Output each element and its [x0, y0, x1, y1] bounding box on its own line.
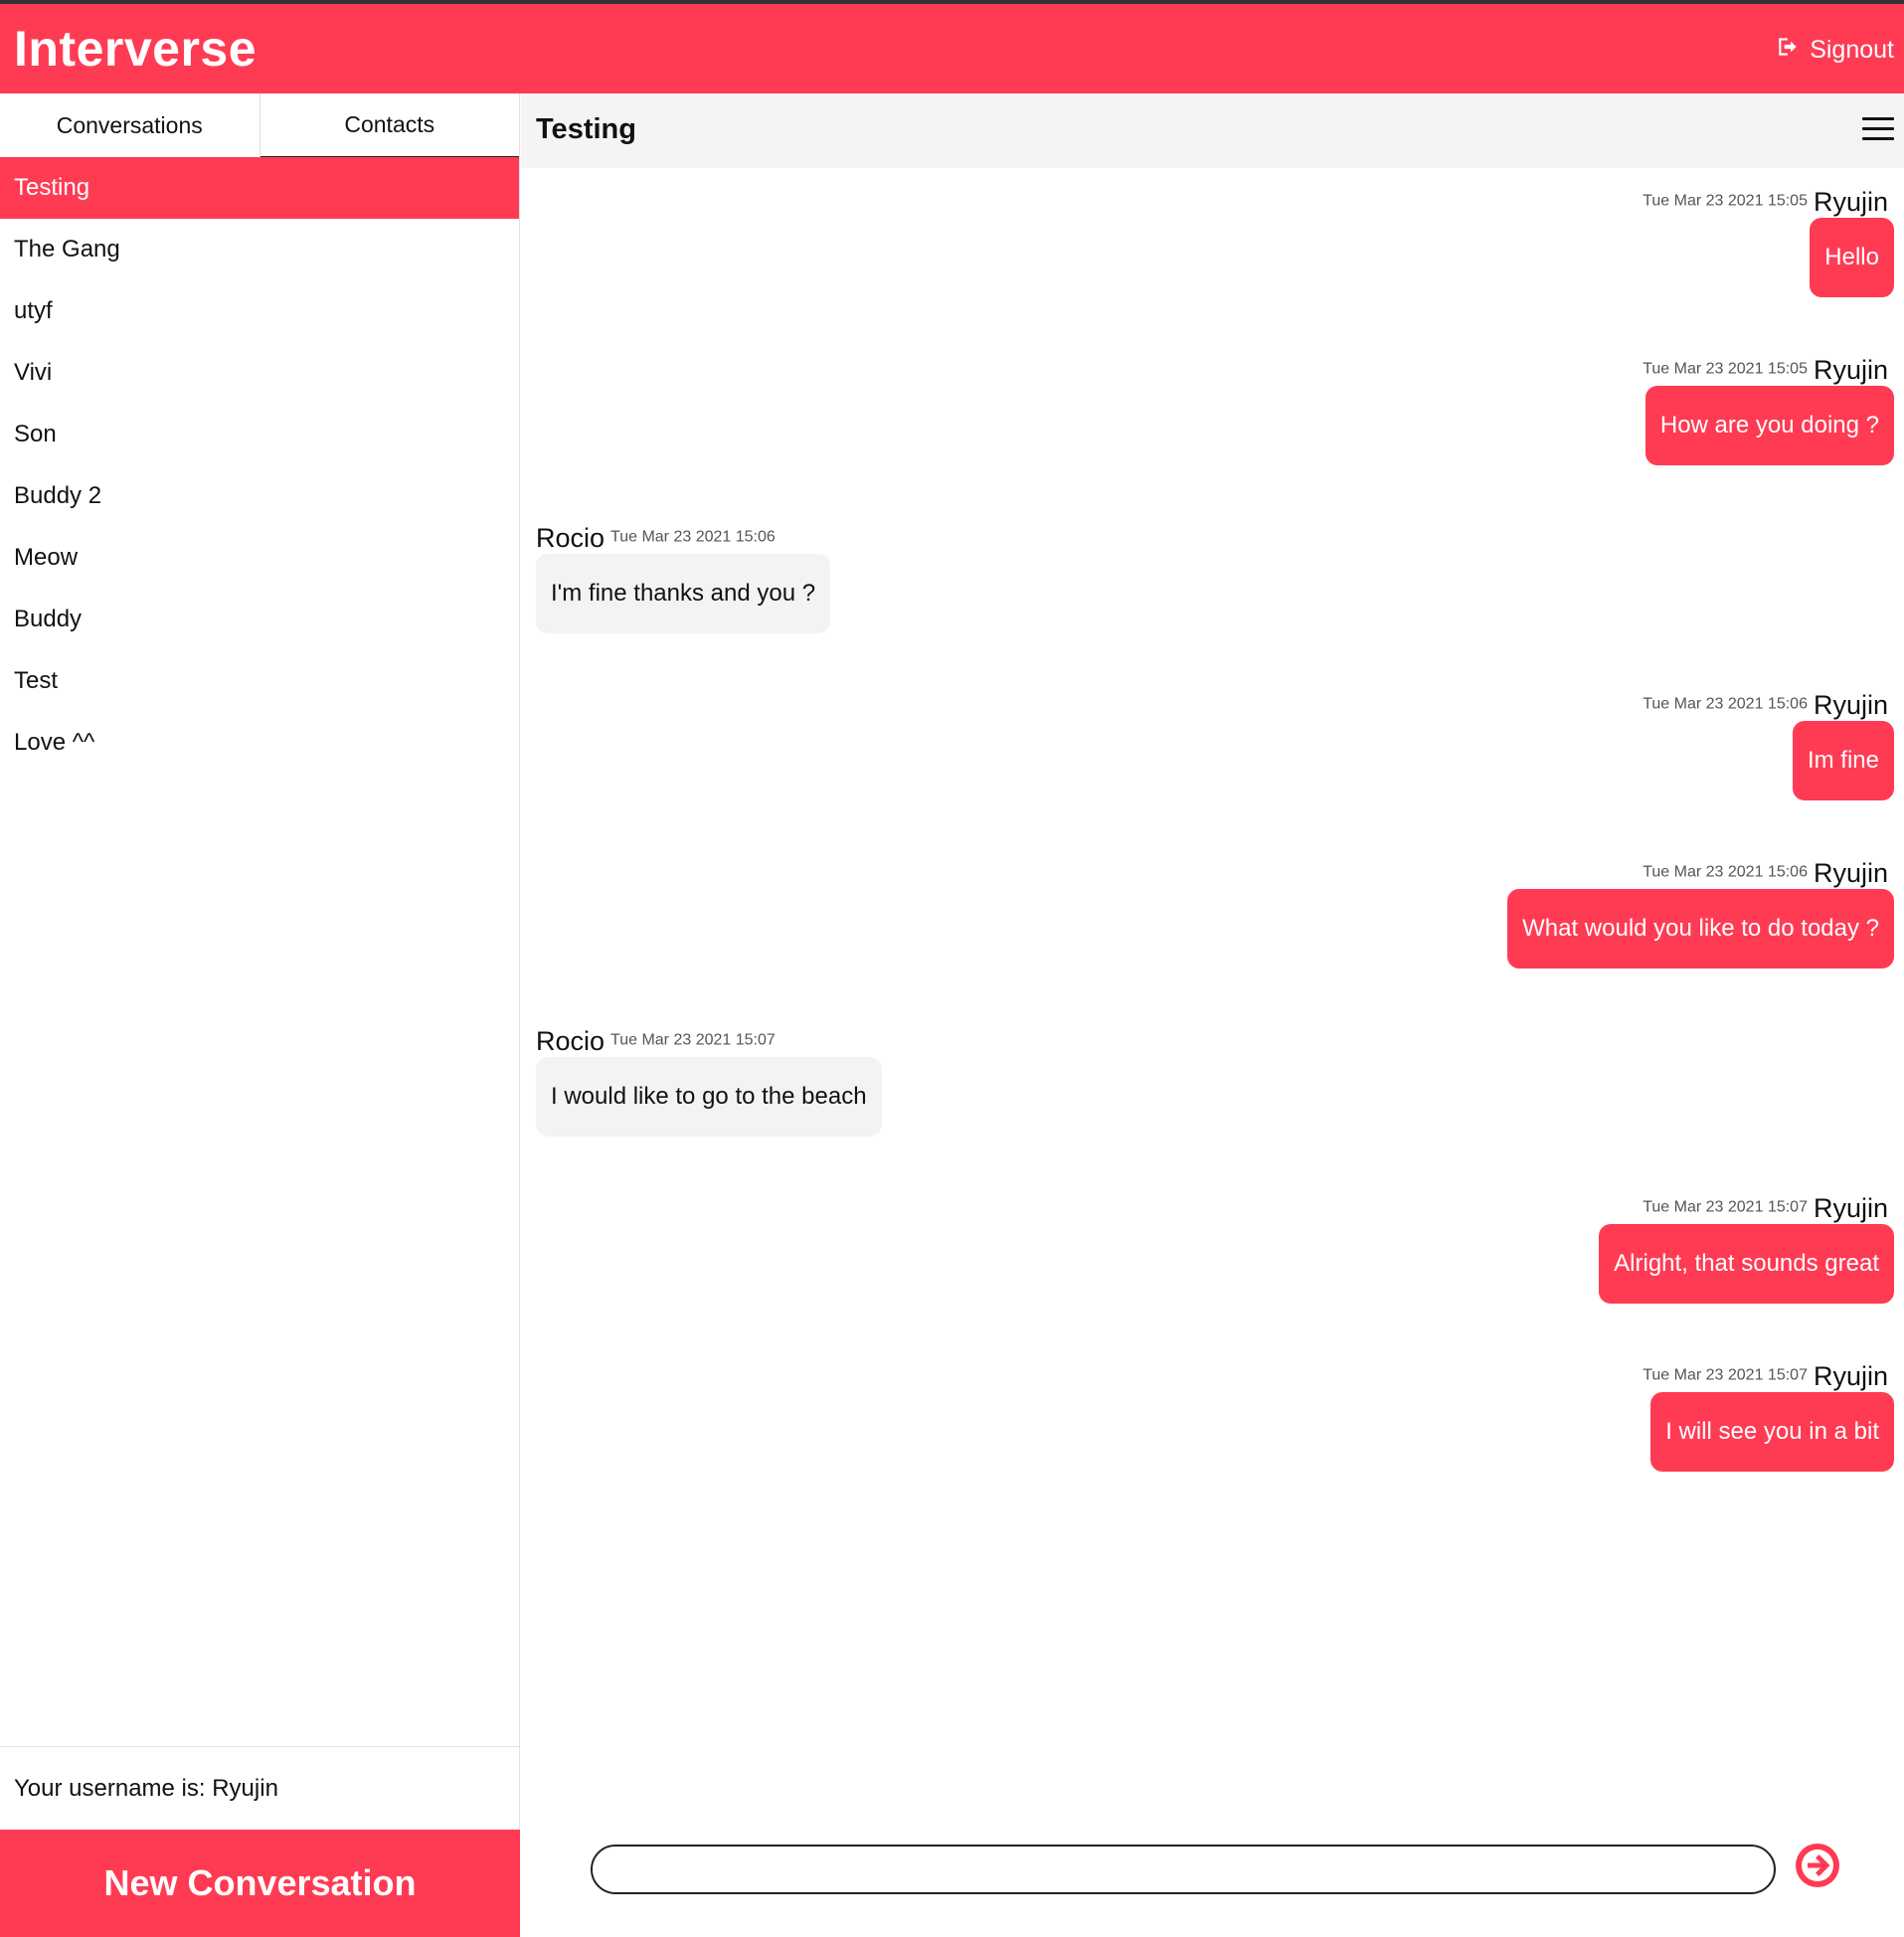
message-time: Tue Mar 23 2021 15:05	[1643, 360, 1808, 378]
chat-header: Testing	[521, 93, 1904, 168]
conversation-item-the-gang[interactable]: The Gang	[0, 219, 519, 280]
message-bubble: I will see you in a bit	[1650, 1392, 1894, 1472]
message-bubble: I'm fine thanks and you ?	[536, 554, 831, 633]
message-sender: Ryujin	[1813, 689, 1888, 720]
conversation-item-testing[interactable]: Testing	[0, 157, 519, 219]
message-time: Tue Mar 23 2021 15:06	[610, 528, 776, 546]
message-sender: Ryujin	[1813, 1192, 1888, 1223]
message-sender: Ryujin	[1813, 1360, 1888, 1391]
sidebar-tabs: Conversations Contacts	[0, 93, 519, 157]
message-input[interactable]	[591, 1845, 1776, 1894]
message-sent: Tue Mar 23 2021 15:05 Ryujin Hello	[1643, 184, 1894, 297]
signout-label: Signout	[1810, 36, 1894, 64]
message-time: Tue Mar 23 2021 15:07	[1643, 1366, 1808, 1384]
conversation-item-love[interactable]: Love ^^	[0, 712, 519, 774]
top-header: Interverse Signout	[0, 0, 1904, 93]
app-root: Interverse Signout Conversations Contact…	[0, 0, 1904, 1937]
message-sent: Tue Mar 23 2021 15:06 Ryujin Im fine	[1643, 687, 1894, 800]
hamburger-menu-icon[interactable]	[1862, 117, 1894, 141]
message-sent: Tue Mar 23 2021 15:05 Ryujin How are you …	[1643, 352, 1894, 465]
conversation-item-buddy-2[interactable]: Buddy 2	[0, 465, 519, 527]
conversation-item-utyf[interactable]: utyf	[0, 280, 519, 342]
message-bubble: I would like to go to the beach	[536, 1057, 882, 1137]
message-received: Rocio Tue Mar 23 2021 15:06 I'm fine than…	[536, 520, 831, 633]
chat-title: Testing	[536, 113, 636, 145]
conversation-item-test[interactable]: Test	[0, 650, 519, 712]
app-brand: Interverse	[14, 21, 258, 77]
message-time: Tue Mar 23 2021 15:07	[610, 1031, 776, 1049]
message-bubble: Im fine	[1792, 721, 1894, 800]
message-sent: Tue Mar 23 2021 15:07 Ryujin I will see y…	[1643, 1358, 1894, 1472]
new-conversation-button[interactable]: New Conversation	[0, 1830, 520, 1937]
username-display: Your username is: Ryujin	[0, 1746, 520, 1830]
message-composer	[521, 1818, 1904, 1937]
message-sent: Tue Mar 23 2021 15:07 Ryujin Alright, tha…	[1599, 1190, 1894, 1304]
message-sender: Rocio	[536, 522, 606, 553]
sign-out-icon	[1776, 34, 1802, 67]
message-sender: Ryujin	[1813, 186, 1888, 217]
conversation-item-vivi[interactable]: Vivi	[0, 342, 519, 404]
message-sent: Tue Mar 23 2021 15:06 Ryujin What would y…	[1507, 855, 1894, 968]
arrow-right-circle-icon[interactable]	[1794, 1842, 1841, 1889]
message-sender: Ryujin	[1813, 857, 1888, 888]
message-sender: Ryujin	[1813, 354, 1888, 385]
message-bubble: What would you like to do today ?	[1507, 889, 1894, 968]
message-bubble: Alright, that sounds great	[1599, 1224, 1894, 1304]
message-time: Tue Mar 23 2021 15:06	[1643, 695, 1808, 713]
message-time: Tue Mar 23 2021 15:06	[1643, 863, 1808, 881]
message-time: Tue Mar 23 2021 15:07	[1643, 1198, 1808, 1216]
signout-button[interactable]: Signout	[1776, 34, 1894, 67]
message-sender: Rocio	[536, 1025, 606, 1056]
message-bubble: Hello	[1810, 218, 1894, 297]
conversation-item-son[interactable]: Son	[0, 404, 519, 465]
tab-contacts[interactable]: Contacts	[260, 93, 519, 157]
chat-pane: Testing Tue Mar 23 2021 15:05 Ryujin Hell…	[521, 93, 1904, 1937]
tab-conversations[interactable]: Conversations	[0, 93, 260, 157]
conversation-item-meow[interactable]: Meow	[0, 527, 519, 589]
conversation-list: Testing The Gang utyf Vivi Son Buddy 2 M…	[0, 157, 519, 774]
sidebar: Conversations Contacts Testing The Gang …	[0, 93, 520, 1937]
message-bubble: How are you doing ?	[1644, 386, 1894, 465]
message-received: Rocio Tue Mar 23 2021 15:07 I would like …	[536, 1023, 882, 1137]
conversation-item-buddy[interactable]: Buddy	[0, 589, 519, 650]
message-time: Tue Mar 23 2021 15:05	[1643, 192, 1808, 210]
message-list: Tue Mar 23 2021 15:05 Ryujin Hello Tue Ma…	[521, 168, 1904, 1799]
